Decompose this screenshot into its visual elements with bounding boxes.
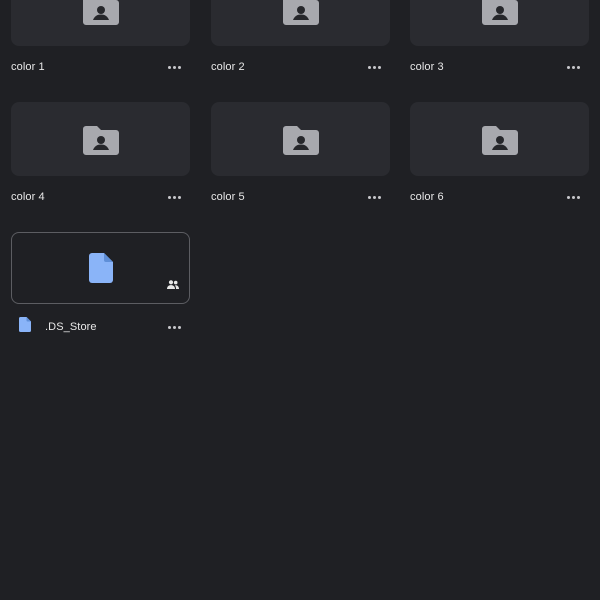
folder-name: color 2	[211, 61, 245, 73]
shared-users-icon	[167, 276, 179, 294]
folder-thumbnail[interactable]	[410, 102, 589, 176]
more-options-button[interactable]	[160, 187, 188, 207]
file-item[interactable]: .DS_Store	[11, 232, 190, 342]
shared-folder-icon	[82, 0, 120, 25]
more-options-button[interactable]	[559, 187, 587, 207]
more-dots-icon	[566, 65, 580, 69]
shared-folder-icon	[481, 0, 519, 25]
file-thumbnail[interactable]	[11, 232, 190, 304]
more-options-button[interactable]	[160, 317, 188, 337]
file-name: .DS_Store	[45, 321, 97, 333]
folder-thumbnail[interactable]	[11, 102, 190, 176]
more-options-button[interactable]	[360, 187, 388, 207]
shared-folder-icon	[282, 0, 320, 25]
folder-name: color 4	[11, 191, 45, 203]
folder-item[interactable]: color 5	[211, 102, 390, 212]
more-dots-icon	[367, 195, 381, 199]
folder-item[interactable]: color 1	[11, 0, 190, 82]
shared-folder-icon	[82, 123, 120, 155]
folder-item[interactable]: color 3	[410, 0, 589, 82]
folder-thumbnail[interactable]	[211, 0, 390, 46]
folder-item[interactable]: color 6	[410, 102, 589, 212]
more-dots-icon	[167, 325, 181, 329]
folder-name: color 6	[410, 191, 444, 203]
more-dots-icon	[167, 195, 181, 199]
shared-folder-icon	[282, 123, 320, 155]
document-icon	[88, 253, 113, 283]
folder-name: color 3	[410, 61, 444, 73]
more-options-button[interactable]	[559, 57, 587, 77]
more-dots-icon	[167, 65, 181, 69]
folder-name: color 5	[211, 191, 245, 203]
folder-thumbnail[interactable]	[11, 0, 190, 46]
shared-folder-icon	[481, 123, 519, 155]
file-grid: color 1 color 2 color 3 color 4 color 5 …	[0, 0, 600, 600]
folder-item[interactable]: color 4	[11, 102, 190, 212]
document-small-icon	[19, 317, 31, 337]
folder-item[interactable]: color 2	[211, 0, 390, 82]
folder-thumbnail[interactable]	[410, 0, 589, 46]
folder-name: color 1	[11, 61, 45, 73]
folder-thumbnail[interactable]	[211, 102, 390, 176]
more-options-button[interactable]	[160, 57, 188, 77]
more-dots-icon	[566, 195, 580, 199]
more-dots-icon	[367, 65, 381, 69]
more-options-button[interactable]	[360, 57, 388, 77]
